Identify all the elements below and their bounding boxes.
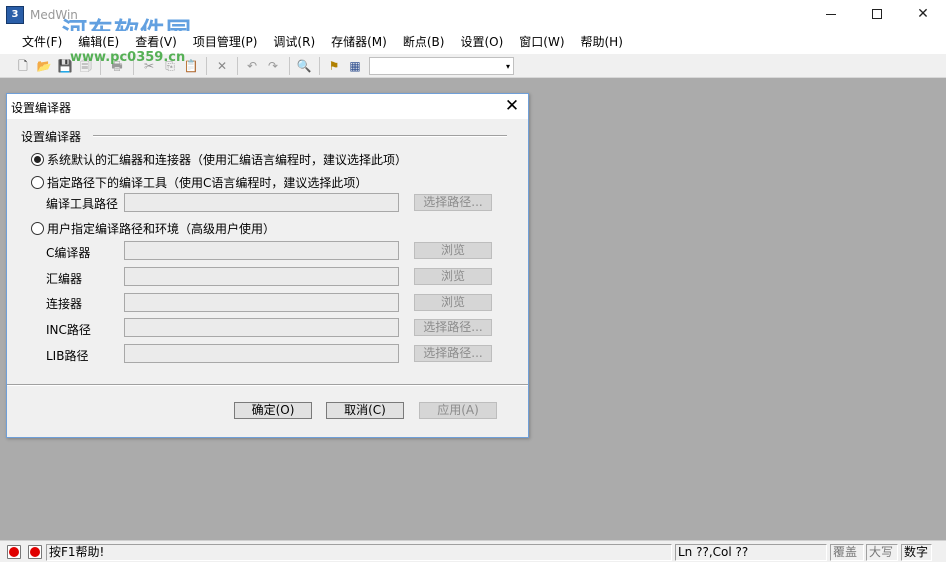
inc-path-input[interactable]	[124, 318, 399, 337]
select-inc-path-button[interactable]: 选择路径...	[414, 319, 492, 336]
find-icon[interactable]: 🔍	[295, 57, 313, 75]
status-cursor-position: Ln ??,Col ??	[675, 544, 827, 561]
redo-icon[interactable]: ↷	[264, 57, 282, 75]
title-bar: 3 MedWin 河东软件园 ✕	[0, 0, 946, 46]
undo-icon[interactable]: ↶	[243, 57, 261, 75]
radio-button[interactable]	[31, 175, 44, 189]
menu-settings[interactable]: 设置(O)	[452, 31, 511, 54]
watermark-url: www.pc0359.cn	[70, 50, 186, 65]
radio-tool-path[interactable]: 指定路径下的编译工具（使用C语言编程时，建议选择此项）	[31, 174, 367, 190]
assembler-label: 汇编器	[46, 272, 83, 286]
delete-icon[interactable]: ✕	[213, 57, 231, 75]
toolbar-separator	[237, 57, 238, 75]
menu-project[interactable]: 项目管理(P)	[185, 31, 266, 54]
linker-label: 连接器	[46, 297, 83, 311]
new-file-icon[interactable]: 🗋	[14, 57, 32, 75]
app-icon[interactable]: 3	[6, 6, 24, 24]
minimize-button[interactable]	[808, 0, 854, 31]
radio-default-label: 系统默认的汇编器和连接器（使用汇编语言编程时，建议选择此项）	[47, 152, 408, 167]
minimize-icon	[826, 13, 836, 15]
browse-c-compiler-button[interactable]: 浏览	[414, 242, 492, 259]
menu-debug[interactable]: 调试(R)	[265, 31, 323, 54]
dialog-close-button[interactable]: ✕	[502, 96, 522, 116]
tool-path-label: 编译工具路径	[46, 197, 119, 211]
radio-button-selected[interactable]	[31, 152, 44, 166]
toolbar-combo[interactable]: ▾	[369, 57, 514, 75]
menu-breakpoint[interactable]: 断点(B)	[395, 31, 453, 54]
toolbar-separator	[319, 57, 320, 75]
menu-memory[interactable]: 存储器(M)	[323, 31, 395, 54]
tool-flag-icon[interactable]: ⚑	[325, 57, 343, 75]
dialog-divider	[7, 384, 528, 386]
close-icon: ✕	[917, 6, 929, 22]
dialog-title-bar: 设置编译器 ✕	[7, 94, 528, 119]
status-num: 数字	[901, 544, 932, 561]
select-lib-path-button[interactable]: 选择路径...	[414, 345, 492, 362]
menu-window[interactable]: 窗口(W)	[511, 31, 572, 54]
status-led-icon	[7, 545, 21, 559]
select-tool-path-button[interactable]: 选择路径...	[414, 194, 492, 211]
status-overwrite: 覆盖	[830, 544, 864, 561]
compiler-settings-dialog: 设置编译器 ✕ 设置编译器 系统默认的汇编器和连接器（使用汇编语言编程时，建议选…	[6, 93, 529, 438]
radio-default-compiler[interactable]: 系统默认的汇编器和连接器（使用汇编语言编程时，建议选择此项）	[31, 151, 407, 167]
menu-help[interactable]: 帮助(H)	[573, 31, 631, 54]
radio-user-path-label: 用户指定编译路径和环境（高级用户使用）	[47, 221, 276, 236]
assembler-input[interactable]	[124, 267, 399, 286]
lib-path-label: LIB路径	[46, 349, 89, 363]
maximize-icon	[872, 9, 882, 19]
toolbar-separator	[289, 57, 290, 75]
radio-tool-path-label: 指定路径下的编译工具（使用C语言编程时，建议选择此项）	[47, 175, 368, 190]
lib-path-input[interactable]	[124, 344, 399, 363]
c-compiler-input[interactable]	[124, 241, 399, 260]
group-label: 设置编译器	[21, 128, 86, 145]
menu-file[interactable]: 文件(F)	[14, 31, 70, 54]
inc-path-label: INC路径	[46, 323, 91, 337]
browse-linker-button[interactable]: 浏览	[414, 294, 492, 311]
radio-user-path[interactable]: 用户指定编译路径和环境（高级用户使用）	[31, 220, 275, 236]
browse-assembler-button[interactable]: 浏览	[414, 268, 492, 285]
linker-input[interactable]	[124, 293, 399, 312]
ok-button[interactable]: 确定(O)	[234, 402, 312, 419]
cancel-button[interactable]: 取消(C)	[326, 402, 404, 419]
status-caps: 大写	[866, 544, 898, 561]
toolbar-separator	[206, 57, 207, 75]
radio-button[interactable]	[31, 221, 44, 235]
c-compiler-label: C编译器	[46, 246, 91, 260]
apply-button[interactable]: 应用(A)	[419, 402, 497, 419]
tool-grid-icon[interactable]: ▦	[346, 57, 364, 75]
close-icon: ✕	[504, 96, 520, 116]
status-help-text: 按F1帮助!	[46, 544, 672, 561]
chevron-down-icon: ▾	[505, 62, 510, 71]
maximize-button[interactable]	[854, 0, 900, 31]
close-window-button[interactable]: ✕	[900, 0, 946, 31]
tool-path-input[interactable]	[124, 193, 399, 212]
status-led-icon	[28, 545, 42, 559]
dialog-title: 设置编译器	[11, 101, 72, 115]
status-bar: 按F1帮助! Ln ??,Col ?? 覆盖 大写 数字	[0, 540, 946, 562]
open-folder-icon[interactable]: 📂	[35, 57, 53, 75]
group-divider	[93, 135, 507, 137]
